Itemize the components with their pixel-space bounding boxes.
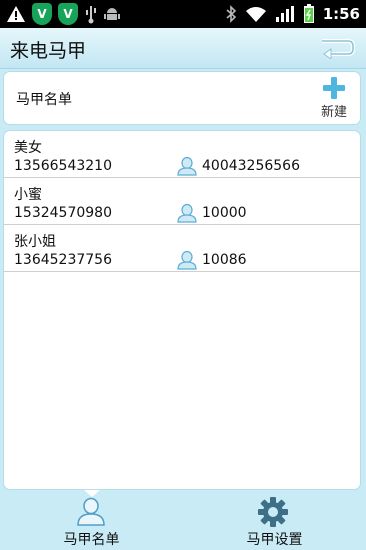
alias-number: 10086	[202, 252, 247, 268]
list-header: 马甲名单 新建	[4, 72, 360, 124]
contact-phone: 15324570980	[14, 205, 112, 221]
status-system: 1:56	[225, 2, 360, 26]
usb-icon	[86, 6, 96, 24]
alias-number: 10000	[202, 205, 247, 221]
new-button[interactable]: 新建	[314, 76, 354, 120]
shield-icon: V	[32, 3, 52, 25]
contact-list: 美女 13566543210 40043256566 小蜜 1532457098…	[4, 131, 360, 489]
person-icon	[177, 250, 197, 270]
wifi-icon	[245, 7, 266, 22]
add-icon	[323, 77, 345, 99]
signal-icon	[275, 6, 294, 22]
android-icon	[104, 8, 120, 20]
list-item[interactable]: 美女 13566543210 40043256566	[4, 131, 360, 178]
tab-label: 马甲名单	[63, 532, 120, 548]
tab-bar: 马甲名单 马甲设置	[0, 490, 366, 550]
status-notifications: V V	[6, 2, 120, 26]
page-title: 来电马甲	[10, 40, 87, 62]
shield-icon: V	[58, 3, 78, 25]
alias-number: 40043256566	[202, 158, 300, 174]
contact-name: 美女	[14, 140, 42, 156]
list-item[interactable]: 张小姐 13645237756 10086	[4, 225, 360, 272]
bluetooth-icon	[226, 5, 236, 23]
person-icon	[77, 497, 105, 526]
list-item[interactable]: 小蜜 15324570980 10000	[4, 178, 360, 225]
status-time: 1:56	[322, 5, 360, 23]
list-title: 马甲名单	[16, 92, 72, 108]
tab-list[interactable]: 马甲名单	[0, 490, 183, 550]
contact-phone: 13566543210	[14, 158, 112, 174]
status-bar: V V 1:56	[0, 0, 366, 28]
title-bar: 来电马甲	[0, 28, 366, 69]
contact-name: 小蜜	[14, 187, 42, 203]
back-icon[interactable]	[318, 37, 356, 59]
person-icon	[177, 203, 197, 223]
new-label: 新建	[320, 105, 347, 120]
battery-icon	[303, 4, 314, 23]
tab-label: 马甲设置	[246, 532, 303, 548]
tab-settings[interactable]: 马甲设置	[183, 490, 366, 550]
gear-icon	[258, 497, 288, 527]
contact-phone: 13645237756	[14, 252, 112, 268]
contact-name: 张小姐	[14, 234, 56, 250]
warning-icon	[7, 6, 25, 22]
person-icon	[177, 156, 197, 176]
